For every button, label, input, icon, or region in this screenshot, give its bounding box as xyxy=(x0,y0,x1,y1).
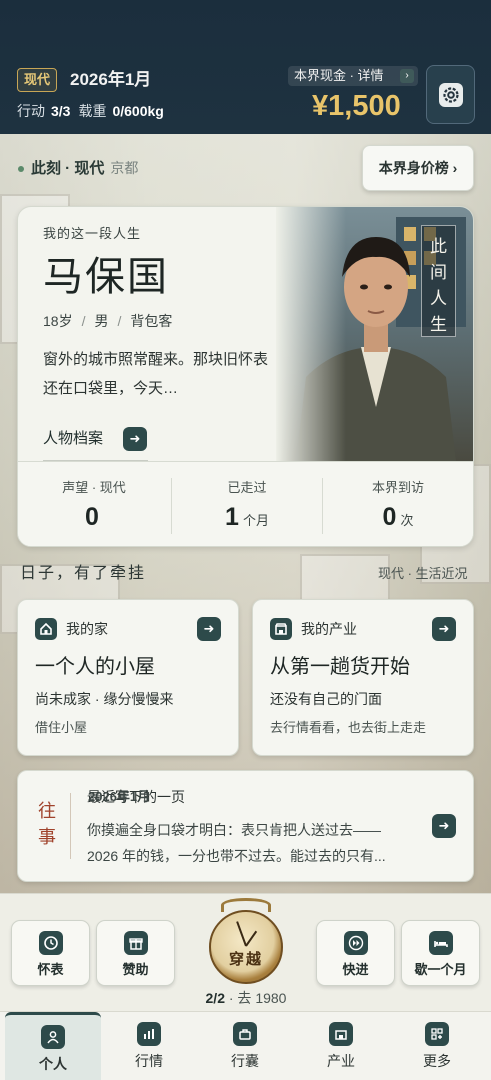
profile-subtitle: 我的这一段人生 xyxy=(43,226,142,241)
character-meta: 18岁 / 男 / 背包客 xyxy=(43,313,173,329)
journal-body: 你摸遍全身口袋才明白：表只肯把人送过去——2026 年的钱，一分也带不过去。能过… xyxy=(87,822,386,864)
grid-plus-icon xyxy=(425,1022,449,1046)
stat-elapsed: 已走过 1 个月 xyxy=(171,462,323,546)
tab-bag[interactable]: 行囊 xyxy=(197,1012,293,1080)
action-label: 歇一个月 xyxy=(414,962,467,977)
actions-label: 行动 xyxy=(17,103,45,119)
tab-label: 行情 xyxy=(135,1053,163,1069)
character-role: 背包客 xyxy=(130,313,173,329)
action-label: 怀表 xyxy=(37,962,64,977)
stat-label: 本界到访 xyxy=(371,480,424,495)
stat-reputation: 声望 · 现代 0 xyxy=(18,462,170,546)
card-line: 还没有自己的门面 xyxy=(270,691,382,707)
current-date: 2026年1月 xyxy=(70,70,152,89)
tab-market[interactable]: 行情 xyxy=(101,1012,197,1080)
arrow-right-icon[interactable]: ➜ xyxy=(197,617,221,641)
vertical-life-label: 此间人生 xyxy=(421,225,456,337)
stat-value: 0 xyxy=(85,503,99,531)
tab-label: 行囊 xyxy=(231,1053,259,1069)
travel-count-value: 2/2 xyxy=(205,990,225,1006)
action-label: 快进 xyxy=(342,962,369,977)
section-note: 现代 · 生活近况 xyxy=(378,566,468,581)
sponsor-button[interactable]: 赞助 xyxy=(96,920,175,986)
now-label: 此刻 · 现代 xyxy=(31,160,105,177)
stat-unit: 次 xyxy=(400,513,414,528)
profile-card: 我的这一段人生 马保国 18岁 / 男 / 背包客 窗外的城市照常醒来。那块旧怀表还在口… xyxy=(17,206,474,547)
stat-value: 1 xyxy=(225,503,239,531)
load-value: 0/600kg xyxy=(112,103,164,119)
tab-label: 更多 xyxy=(423,1053,451,1069)
location-indicator: 此刻 · 现代 京都 xyxy=(18,158,138,179)
cash-amount: ¥1,500 xyxy=(312,90,401,122)
clock-icon xyxy=(39,931,63,955)
city-name: 京都 xyxy=(110,160,139,176)
status-dot xyxy=(18,166,24,173)
person-icon xyxy=(41,1025,65,1049)
pocket-watch-button[interactable]: 怀表 xyxy=(11,920,90,986)
tab-more[interactable]: 更多 xyxy=(389,1012,485,1080)
cash-details-link[interactable]: 本界现金 · 详情 › xyxy=(288,66,418,86)
card-heading: 从第一趟货开始 xyxy=(270,654,410,678)
tab-label: 个人 xyxy=(39,1056,67,1072)
worth-ranking-button[interactable]: 本界身价榜 › xyxy=(362,145,474,191)
character-name: 马保国 xyxy=(43,254,169,300)
stat-visits: 本界到访 0次 xyxy=(322,462,473,546)
stat-label: 已走过 xyxy=(227,480,267,495)
action-bar: 怀表 赞助 穿越 2/2 · 去 1980 快进 歇一个月 xyxy=(0,893,491,1011)
time-travel-button[interactable]: 穿越 xyxy=(209,898,283,984)
card-line: 借住小屋 xyxy=(35,720,88,735)
gift-icon xyxy=(124,931,148,955)
chart-icon xyxy=(137,1022,161,1046)
shop-icon xyxy=(270,618,292,640)
bed-icon xyxy=(429,931,453,955)
fast-forward-button[interactable]: 快进 xyxy=(316,920,395,986)
card-line: 去行情看看，也去街上走走 xyxy=(270,720,427,735)
action-label: 赞助 xyxy=(122,962,149,977)
journal-card[interactable]: 往事 最近写下的一页 2026年1月 你摸遍全身口袋才明白：表只肯把人送过去——… xyxy=(17,770,474,882)
settings-button[interactable] xyxy=(426,65,475,124)
arrow-right-icon[interactable]: ➜ xyxy=(432,814,456,838)
shop-icon xyxy=(329,1022,353,1046)
tab-business[interactable]: 产业 xyxy=(293,1012,389,1080)
card-kicker: 我的家 xyxy=(66,621,108,637)
character-age: 18岁 xyxy=(43,313,73,329)
home-icon xyxy=(35,618,57,640)
bag-icon xyxy=(233,1022,257,1046)
load-label: 载重 xyxy=(78,103,107,119)
home-card[interactable]: 我的家 ➜ 一个人的小屋 尚未成家 · 缘分慢慢来 借住小屋 xyxy=(17,599,239,756)
business-card[interactable]: 我的产业 ➜ 从第一趟货开始 还没有自己的门面 去行情看看，也去街上走走 xyxy=(252,599,474,756)
era-badge: 现代 xyxy=(17,68,57,92)
archive-label[interactable]: 人物档案 xyxy=(43,427,103,451)
card-heading: 一个人的小屋 xyxy=(35,654,155,678)
section-title: 日子，有了牵挂 xyxy=(20,565,147,582)
status-stats: 行动 3/3 载重 0/600kg xyxy=(17,101,172,121)
travel-label: 穿越 xyxy=(228,950,263,968)
cash-label: 本界现金 · 详情 xyxy=(294,68,384,83)
rest-month-button[interactable]: 歇一个月 xyxy=(401,920,480,986)
travel-destination: · 去 1980 xyxy=(224,990,287,1006)
character-story: 窗外的城市照常醒来。那块旧怀表还在口袋里，今天… xyxy=(43,351,269,397)
chevron-right-icon: › xyxy=(400,69,414,83)
stat-unit: 个月 xyxy=(242,513,269,528)
journal-tag: 往事 xyxy=(38,801,56,848)
bottom-navigation: 个人 行情 行囊 产业 更多 xyxy=(0,1011,491,1080)
fast-forward-icon xyxy=(344,931,368,955)
arrow-right-icon[interactable]: ➜ xyxy=(432,617,456,641)
actions-value: 3/3 xyxy=(51,103,71,119)
stat-value: 0 xyxy=(382,503,397,531)
tab-label: 产业 xyxy=(327,1053,355,1069)
card-line: 尚未成家 · 缘分慢慢来 xyxy=(35,691,174,707)
gear-icon xyxy=(438,82,463,107)
card-kicker: 我的产业 xyxy=(301,621,357,637)
profile-stats: 声望 · 现代 0 已走过 1 个月 本界到访 0次 xyxy=(18,461,473,546)
travel-count: 2/2 · 去 1980 xyxy=(190,989,302,1007)
character-gender: 男 xyxy=(94,313,109,329)
top-status-header: 现代 2026年1月 行动 3/3 载重 0/600kg 本界现金 · 详情 › ¥1… xyxy=(0,0,491,134)
journal-date: 2026年1月 xyxy=(88,789,151,804)
arrow-right-icon[interactable]: ➜ xyxy=(123,427,147,451)
pocket-watch-icon xyxy=(209,910,283,984)
stat-label: 声望 · 现代 xyxy=(62,480,126,495)
tab-profile[interactable]: 个人 xyxy=(5,1012,101,1080)
